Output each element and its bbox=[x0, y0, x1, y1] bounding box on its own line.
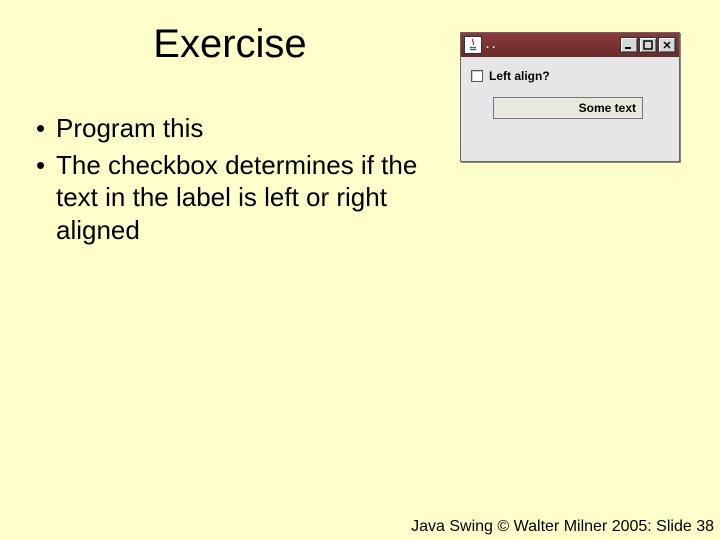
close-button[interactable] bbox=[658, 37, 676, 53]
java-icon bbox=[464, 36, 482, 54]
checkbox-row: Left align? bbox=[471, 69, 669, 83]
bullet-text: Program this bbox=[56, 112, 436, 145]
text-label: Some text bbox=[493, 97, 643, 119]
bullet-text: The checkbox determines if the text in t… bbox=[56, 149, 436, 247]
java-swing-window: . . Left align? Some text bbox=[460, 32, 680, 162]
list-item: • The checkbox determines if the text in… bbox=[36, 149, 436, 247]
minimize-button[interactable] bbox=[620, 37, 638, 53]
slide-title: Exercise bbox=[0, 22, 460, 67]
maximize-button[interactable] bbox=[639, 37, 657, 53]
list-item: • Program this bbox=[36, 112, 436, 145]
bullet-dot: • bbox=[36, 149, 56, 182]
window-titlebar: . . bbox=[461, 33, 679, 57]
window-title: . . bbox=[486, 39, 619, 51]
bullet-list: • Program this • The checkbox determines… bbox=[36, 112, 436, 250]
left-align-checkbox[interactable] bbox=[471, 70, 483, 82]
slide-footer: Java Swing © Walter Milner 2005: Slide 3… bbox=[411, 518, 714, 536]
window-body: Left align? Some text bbox=[461, 57, 679, 129]
checkbox-label: Left align? bbox=[489, 69, 550, 83]
bullet-dot: • bbox=[36, 112, 56, 145]
